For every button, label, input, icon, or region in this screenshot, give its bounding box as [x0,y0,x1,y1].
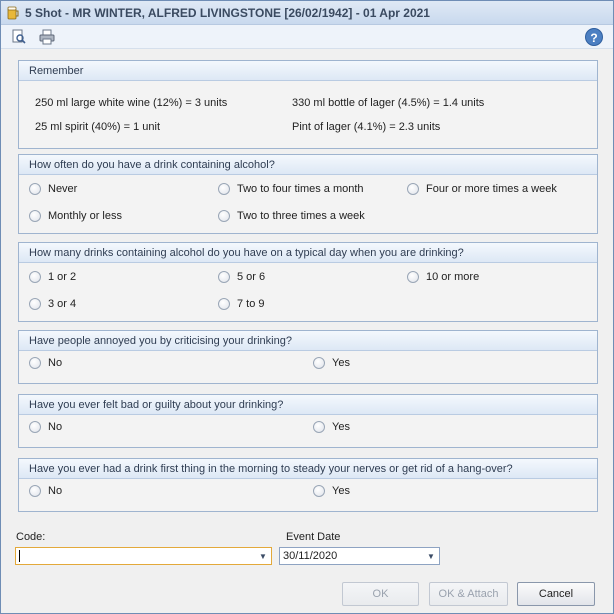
question-frequency-text: How often do you have a drink containing… [19,155,597,175]
toolbar: ? [1,25,613,49]
event-date-picker[interactable]: 30/11/2020 ▼ [279,547,440,565]
remember-item-wine: 250 ml large white wine (12%) = 3 units [35,97,228,109]
option-monthly-or-less[interactable]: Monthly or less [29,210,122,222]
remember-item-lager-pint: Pint of lager (4.1%) = 2.3 units [292,121,441,133]
window-title: 5 Shot - MR WINTER, ALFRED LIVINGSTONE [… [25,5,430,20]
remember-heading: Remember [19,61,597,81]
question-annoyed-panel: Have people annoyed you by criticising y… [18,330,598,384]
option-four-or-more-week[interactable]: Four or more times a week [407,183,557,195]
option-guilty-no[interactable]: No [29,421,62,433]
radio-button[interactable] [407,183,419,195]
radio-button[interactable] [313,485,325,497]
radio-button[interactable] [29,421,41,433]
remember-item-lager-bottle: 330 ml bottle of lager (4.5%) = 1.4 unit… [292,97,485,109]
radio-button[interactable] [29,210,41,222]
option-5-or-6[interactable]: 5 or 6 [218,271,265,283]
radio-button[interactable] [29,183,41,195]
chevron-down-icon[interactable]: ▼ [423,548,439,564]
radio-button[interactable] [218,298,230,310]
beer-glass-icon [7,6,19,20]
question-guilty-text: Have you ever felt bad or guilty about y… [19,395,597,415]
question-eye-opener-text: Have you ever had a drink first thing in… [19,459,597,479]
print-icon[interactable] [38,28,56,46]
radio-button[interactable] [218,183,230,195]
code-label: Code: [16,531,46,543]
option-annoyed-yes[interactable]: Yes [313,357,350,369]
audit-5-shot-dialog: 5 Shot - MR WINTER, ALFRED LIVINGSTONE [… [0,0,614,614]
question-eye-opener-panel: Have you ever had a drink first thing in… [18,458,598,512]
option-never[interactable]: Never [29,183,77,195]
chevron-down-icon[interactable]: ▼ [255,548,271,564]
event-date-value: 30/11/2020 [283,550,338,562]
question-annoyed-text: Have people annoyed you by criticising y… [19,331,597,351]
radio-button[interactable] [29,271,41,283]
option-two-to-three-week[interactable]: Two to three times a week [218,210,365,222]
option-two-to-four-month[interactable]: Two to four times a month [218,183,364,195]
option-eye-opener-yes[interactable]: Yes [313,485,350,497]
option-1-or-2[interactable]: 1 or 2 [29,271,76,283]
radio-button[interactable] [407,271,419,283]
title-bar: 5 Shot - MR WINTER, ALFRED LIVINGSTONE [… [1,1,613,25]
text-caret [19,550,20,562]
radio-button[interactable] [313,421,325,433]
option-3-or-4[interactable]: 3 or 4 [29,298,76,310]
question-quantity-panel: How many drinks containing alcohol do yo… [18,242,598,322]
code-combobox[interactable]: ▼ [15,547,272,565]
event-date-label: Event Date [286,531,341,543]
option-eye-opener-no[interactable]: No [29,485,62,497]
ok-attach-button[interactable]: OK & Attach [429,582,508,606]
question-guilty-panel: Have you ever felt bad or guilty about y… [18,394,598,448]
remember-panel: Remember 250 ml large white wine (12%) =… [18,60,598,149]
question-quantity-text: How many drinks containing alcohol do yo… [19,243,597,263]
ok-button[interactable]: OK [342,582,419,606]
radio-button[interactable] [29,298,41,310]
radio-button[interactable] [29,485,41,497]
option-annoyed-no[interactable]: No [29,357,62,369]
remember-item-spirit: 25 ml spirit (40%) = 1 unit [35,121,161,133]
radio-button[interactable] [218,210,230,222]
help-icon[interactable]: ? [585,28,603,46]
radio-button[interactable] [29,357,41,369]
cancel-button[interactable]: Cancel [517,582,595,606]
question-frequency-panel: How often do you have a drink containing… [18,154,598,234]
preview-icon[interactable] [10,28,28,46]
option-guilty-yes[interactable]: Yes [313,421,350,433]
radio-button[interactable] [218,271,230,283]
option-7-to-9[interactable]: 7 to 9 [218,298,265,310]
option-10-or-more[interactable]: 10 or more [407,271,479,283]
radio-button[interactable] [313,357,325,369]
